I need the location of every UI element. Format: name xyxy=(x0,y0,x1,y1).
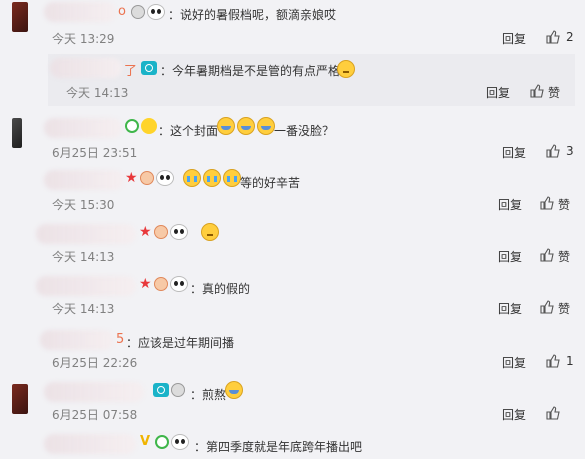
deer-badge-icon xyxy=(139,171,154,185)
like-count: 3 xyxy=(566,144,574,158)
blurred-username[interactable] xyxy=(36,276,136,296)
reply-button[interactable]: 回复 xyxy=(502,30,526,47)
username-tail[interactable]: 5 xyxy=(116,332,124,347)
reply-button[interactable]: 回复 xyxy=(498,196,522,213)
reply-button[interactable]: 回复 xyxy=(498,248,522,265)
comment-text: 等的好辛苦 xyxy=(240,176,301,190)
thumb-up-icon[interactable] xyxy=(540,196,554,210)
verified-ring-icon xyxy=(125,119,139,133)
blurred-username[interactable] xyxy=(36,224,136,244)
laugh-cry-emoji-icon xyxy=(257,117,275,135)
chick-emoji-icon xyxy=(141,118,157,134)
medal-badge-icon xyxy=(131,5,145,19)
medal-badge-icon xyxy=(171,382,185,397)
blurred-username[interactable] xyxy=(44,2,116,22)
crying-emoji-icon xyxy=(223,169,241,187)
panda-emoji-icon xyxy=(155,170,174,186)
timestamp: 今天 13:29 xyxy=(52,32,115,46)
laugh-cry-emoji-icon xyxy=(217,117,235,135)
username-tail[interactable]: o xyxy=(118,4,126,19)
reply-button[interactable]: 回复 xyxy=(502,144,526,161)
camera-badge-icon xyxy=(153,382,169,397)
verified-ring-icon xyxy=(155,435,169,449)
like-count: 1 xyxy=(566,354,574,368)
crying-emoji-icon xyxy=(203,169,221,187)
comment-text: ：今年暑期档是不是管的有点严格 xyxy=(160,64,341,78)
like-button[interactable]: 赞 xyxy=(558,248,570,265)
thumb-up-icon[interactable] xyxy=(546,354,560,368)
panda-emoji-icon xyxy=(169,224,188,240)
timestamp: 6月25日 23:51 xyxy=(52,146,138,160)
blurred-username[interactable] xyxy=(44,118,122,138)
comment-text: ：煎熬 xyxy=(190,388,227,402)
star-badge-icon: ★ xyxy=(139,276,152,292)
vip-badge[interactable]: V xyxy=(140,434,150,449)
reply-button[interactable]: 回复 xyxy=(502,406,526,423)
like-button[interactable]: 赞 xyxy=(548,84,560,101)
comment-text: ：这个封面 xyxy=(158,124,219,138)
blurred-username[interactable] xyxy=(44,382,144,402)
panda-emoji-icon xyxy=(169,276,188,292)
comment-text: ：应该是过年期间播 xyxy=(126,336,235,350)
reply-button[interactable]: 回复 xyxy=(486,84,510,101)
laugh-cry-emoji-icon xyxy=(237,117,255,135)
comment-text-tail: 一番没脸？ xyxy=(274,124,335,138)
timestamp: 6月25日 07:58 xyxy=(52,408,138,422)
thumb-up-icon[interactable] xyxy=(540,300,554,314)
timestamp: 6月25日 22:26 xyxy=(52,356,138,370)
username-tail[interactable]: 了 xyxy=(124,60,137,79)
thumb-up-icon[interactable] xyxy=(540,248,554,262)
blurred-username[interactable] xyxy=(44,434,136,454)
star-badge-icon: ★ xyxy=(125,170,138,186)
thumb-up-icon[interactable] xyxy=(546,30,560,44)
eye-roll-emoji-icon xyxy=(201,223,219,241)
panda-emoji-icon xyxy=(171,434,189,450)
thumb-up-icon[interactable] xyxy=(546,144,560,158)
like-button[interactable]: 赞 xyxy=(558,196,570,213)
blurred-username[interactable] xyxy=(44,170,124,190)
avatar[interactable] xyxy=(12,384,28,414)
crying-emoji-icon xyxy=(183,169,201,187)
eye-roll-emoji-icon xyxy=(337,60,355,78)
star-badge-icon: ★ xyxy=(139,224,152,240)
thumb-up-icon[interactable] xyxy=(530,84,544,98)
blurred-username[interactable] xyxy=(40,330,114,350)
timestamp: 今天 14:13 xyxy=(52,250,115,264)
timestamp: 今天 14:13 xyxy=(52,302,115,316)
comment-text: ：说好的暑假档呢，额滴亲娘哎 xyxy=(168,8,337,22)
reply-button[interactable]: 回复 xyxy=(498,300,522,317)
reply-button[interactable]: 回复 xyxy=(502,354,526,371)
comment-text: ：第四季度就是年底跨年播出吧 xyxy=(194,440,363,454)
like-button[interactable]: 赞 xyxy=(558,300,570,317)
blurred-username[interactable] xyxy=(50,58,122,78)
thumb-up-icon[interactable] xyxy=(546,406,560,420)
avatar[interactable] xyxy=(12,118,22,148)
deer-badge-icon xyxy=(153,277,168,291)
timestamp: 今天 14:13 xyxy=(66,86,129,100)
comment-text: ：真的假的 xyxy=(190,282,251,296)
laugh-cry-emoji-icon xyxy=(225,381,243,399)
camera-badge-icon xyxy=(141,60,157,75)
timestamp: 今天 15:30 xyxy=(52,198,115,212)
like-count: 2 xyxy=(566,30,574,44)
avatar[interactable] xyxy=(12,2,28,32)
deer-badge-icon xyxy=(153,225,168,239)
panda-emoji-icon xyxy=(147,4,165,20)
